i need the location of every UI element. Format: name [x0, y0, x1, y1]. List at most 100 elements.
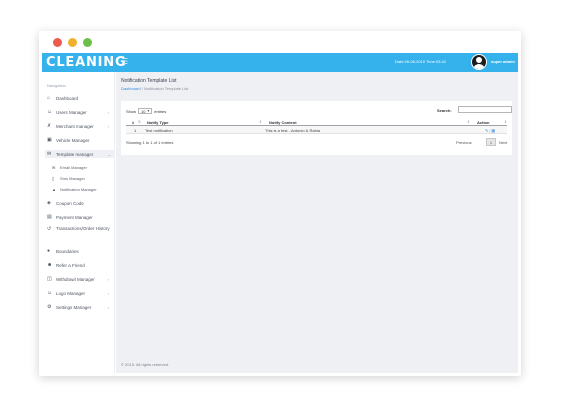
sidebar-item-payment-manager[interactable]: ▤ Payment Manager: [47, 213, 113, 221]
sort-icon[interactable]: ⇕: [504, 120, 507, 124]
table-info: Showing 1 to 1 of 1 entries: [126, 140, 174, 145]
main-content: Notification Template List Dashboard / N…: [116, 72, 518, 373]
avatar[interactable]: [471, 54, 487, 70]
chevron-right-icon: ›: [107, 290, 109, 296]
chevron-right-icon: ›: [107, 109, 109, 115]
sidebar-item-label: Logo Manager: [56, 290, 86, 296]
pagination-next[interactable]: Next: [499, 138, 507, 146]
close-window-button[interactable]: [53, 38, 62, 47]
sidebar-item-vehicle-manager[interactable]: ▣ Vehicle Manager: [47, 136, 113, 144]
pagination-page-1[interactable]: 1: [486, 138, 496, 146]
edit-icon[interactable]: ✎: [485, 128, 488, 133]
column-header-notify-content[interactable]: Notify Content: [269, 118, 297, 126]
page-size-control: Show 10 ▾ entries: [126, 108, 166, 114]
wallet-icon: ◫: [47, 276, 52, 282]
tag-icon: ◈: [47, 200, 51, 206]
sidebar-item-dashboard[interactable]: ⌂ Dashboard: [47, 94, 113, 102]
person-icon: ☺: [47, 290, 53, 296]
sidebar-heading: Navigation: [47, 83, 66, 88]
user-plus-icon: ☻: [47, 262, 53, 268]
notify-type-cell: Test notification: [145, 127, 173, 133]
sidebar-item-merchant-manager[interactable]: ✗ Merchant manager ›: [47, 122, 113, 130]
car-icon: ▣: [47, 137, 52, 143]
action-separator: |: [489, 127, 491, 133]
sidebar-item-label: Settings Manager: [56, 304, 92, 310]
sort-icon[interactable]: ⇕: [259, 120, 262, 124]
entries-label: entries: [154, 108, 167, 114]
sidebar-item-label: Payment Manager: [56, 214, 93, 220]
sidebar-item-template-manager[interactable]: ✉ Template manager ⌄: [45, 150, 115, 158]
hamburger-icon[interactable]: ☰: [121, 57, 128, 66]
chevron-right-icon: ›: [107, 123, 109, 129]
table-card: Show 10 ▾ entries Search: # ⇅ Notify Typ…: [121, 101, 512, 155]
breadcrumb-separator: /: [141, 86, 143, 91]
mail-icon: ✉: [47, 151, 52, 157]
sidebar-item-logo-manager[interactable]: ☺ Logo Manager ›: [47, 289, 113, 297]
chevron-right-icon: ›: [107, 304, 109, 310]
footer-copyright: © 2019. All rights reserved.: [121, 362, 170, 367]
row-actions: ✎ | ▩: [485, 126, 495, 134]
history-icon: ↺: [47, 226, 52, 232]
search-label: Search:: [437, 108, 452, 113]
breadcrumb: Dashboard / Notification Template List: [121, 86, 188, 91]
page-title: Notification Template List: [121, 78, 177, 84]
pagination-previous[interactable]: Previous: [456, 138, 472, 146]
maximize-window-button[interactable]: [83, 38, 92, 47]
top-header: CLEANING ☰ Date:26-06-2019 Time:03:42 su…: [42, 53, 518, 72]
chevron-down-icon: ▾: [147, 109, 150, 113]
sidebar-item-sms-manager[interactable]: ▯ Sms Manager: [52, 174, 113, 182]
sidebar-item-label: Merchant manager: [56, 123, 94, 129]
sidebar-item-transactions[interactable]: ↺ Transactions/Order History: [47, 226, 113, 238]
sort-icon[interactable]: ⇕: [467, 120, 470, 124]
sidebar-item-settings-manager[interactable]: ⚙ Settings Manager ›: [47, 303, 113, 311]
phone-icon: ▯: [52, 175, 55, 181]
sidebar-item-label: Notification Manager: [60, 186, 97, 192]
datetime-display: Date:26-06-2019 Time:03:42: [395, 59, 446, 64]
delete-icon[interactable]: ▩: [491, 128, 495, 133]
sidebar-item-label: Vehicle Manager: [56, 137, 90, 143]
tools-icon: ✗: [47, 123, 52, 129]
window-titlebar: [39, 31, 521, 53]
sidebar-item-notification-manager[interactable]: ▲ Notification Manager: [52, 185, 113, 193]
sidebar-item-label: Boundaries: [56, 248, 79, 254]
sidebar-item-withdrawl-manager[interactable]: ◫ Withdrawl Manager ›: [47, 275, 113, 283]
sidebar-item-label: Sms Manager: [60, 175, 85, 181]
brand-logo[interactable]: CLEANING: [46, 55, 126, 70]
sidebar-item-refer-a-friend[interactable]: ☻ Refer a Friend: [47, 261, 113, 269]
card-icon: ▤: [47, 214, 52, 220]
map-pin-icon: ●: [47, 248, 51, 254]
show-label: Show: [126, 108, 137, 114]
user-icon: ☺: [47, 109, 53, 115]
sidebar-item-coupon-code[interactable]: ◈ Coupon Code: [47, 199, 113, 207]
table-header-row: # ⇅ Notify Type ⇕ Notify Content ⇕ Actio…: [126, 118, 507, 126]
page-size-select[interactable]: 10 ▾: [138, 108, 153, 114]
page-size-value: 10: [141, 108, 146, 114]
home-icon: ⌂: [47, 95, 51, 101]
user-name[interactable]: super admin: [491, 59, 515, 64]
sidebar-item-label: Dashboard: [56, 95, 79, 101]
column-header-notify-type[interactable]: Notify Type: [147, 118, 168, 126]
minimize-window-button[interactable]: [68, 38, 77, 47]
sidebar-item-email-manager[interactable]: ✉ Email Manager: [52, 163, 113, 171]
sidebar-item-label: Transactions/Order History: [56, 226, 110, 231]
sort-icon[interactable]: ⇅: [138, 120, 141, 124]
row-number: 1: [134, 127, 137, 133]
search-input[interactable]: [458, 106, 512, 113]
sidebar-item-users-manager[interactable]: ☺ Users Manager ›: [47, 108, 113, 116]
envelope-icon: ✉: [52, 164, 56, 170]
bell-icon: ▲: [52, 186, 56, 192]
column-header-number[interactable]: #: [132, 118, 134, 126]
sidebar-item-boundaries[interactable]: ● Boundaries: [47, 247, 113, 255]
app-window: CLEANING ☰ Date:26-06-2019 Time:03:42 su…: [39, 31, 521, 376]
column-header-action: Action: [477, 119, 490, 125]
sidebar-item-label: Users Manager: [56, 109, 87, 115]
breadcrumb-current: Notification Template List: [143, 86, 189, 91]
chevron-down-icon: ⌄: [107, 151, 111, 157]
data-table: # ⇅ Notify Type ⇕ Notify Content ⇕ Actio…: [126, 118, 507, 134]
notify-content-cell: This is a test. -Antonio & Rabia: [265, 127, 320, 133]
chevron-right-icon: ›: [107, 276, 109, 282]
sidebar-item-label: Refer a Friend: [56, 262, 85, 268]
sidebar-item-label: Withdrawl Manager: [56, 276, 95, 282]
breadcrumb-dashboard-link[interactable]: Dashboard: [121, 86, 141, 91]
sidebar: Navigation ⌂ Dashboard ☺ Users Manager ›…: [42, 72, 115, 373]
